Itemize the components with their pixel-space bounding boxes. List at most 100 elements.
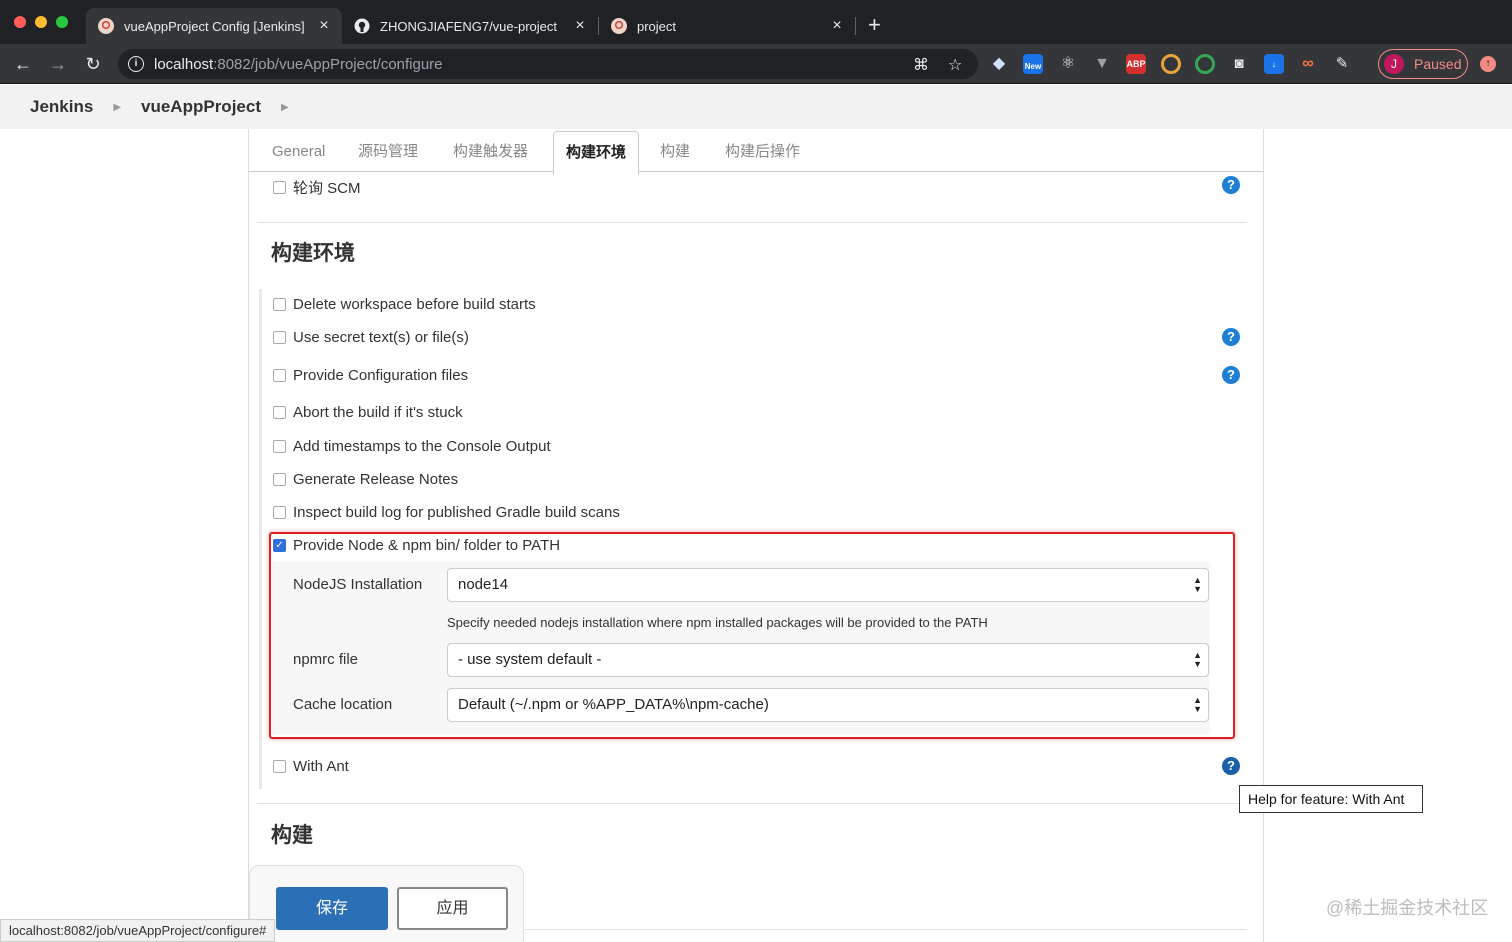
cache-location-label: Cache location [293, 696, 393, 713]
address-bar[interactable]: i localhost:8082/job/vueAppProject/confi… [118, 49, 978, 79]
option-timestamps[interactable]: Add timestamps to the Console Output [273, 438, 551, 455]
translate-icon[interactable]: ⌘ [913, 55, 929, 75]
browser-tab-github[interactable]: ZHONGJIAFENG7/vue-project × [342, 8, 598, 44]
option-abort-stuck[interactable]: Abort the build if it's stuck [273, 404, 463, 421]
tab-post-build[interactable]: 构建后操作 [713, 129, 812, 172]
chevron-right-icon[interactable]: ▶ [281, 102, 289, 113]
config-panel: General 源码管理 构建触发器 构建环境 构建 构建后操作 轮询 SCM … [248, 129, 1264, 942]
option-release-notes[interactable]: Generate Release Notes [273, 471, 458, 488]
color-picker-icon[interactable] [1161, 54, 1181, 74]
browser-tab-project[interactable]: project × [599, 8, 855, 44]
vpn-shield-extension-icon[interactable]: ◆ [989, 54, 1009, 74]
option-config-files[interactable]: Provide Configuration files [273, 367, 468, 384]
jenkins-icon [98, 18, 114, 34]
vue-devtools-icon[interactable]: ▼ [1092, 54, 1112, 74]
update-icon[interactable]: ↑ [1480, 56, 1496, 72]
tab-build-triggers[interactable]: 构建触发器 [441, 129, 540, 172]
react-devtools-icon[interactable]: ⚛ [1058, 54, 1078, 74]
section-title-build-environment: 构建环境 [271, 242, 355, 265]
cache-location-select[interactable]: Default (~/.npm or %APP_DATA%\npm-cache)… [447, 688, 1209, 722]
back-arrow-icon[interactable]: ← [11, 52, 35, 76]
help-icon[interactable]: ? [1222, 366, 1240, 384]
tab-general[interactable]: General [260, 129, 337, 172]
checkbox[interactable] [273, 406, 286, 419]
divider [525, 929, 1247, 930]
option-label: Delete workspace before build starts [293, 296, 536, 313]
checkbox[interactable] [273, 369, 286, 382]
adblock-icon[interactable]: ABP [1126, 54, 1146, 74]
bookmark-star-icon[interactable]: ☆ [948, 55, 962, 75]
download-icon[interactable]: ↓ [1264, 54, 1284, 74]
checkbox[interactable] [273, 331, 286, 344]
sidebar [0, 129, 248, 942]
option-delete-workspace[interactable]: Delete workspace before build starts [273, 296, 536, 313]
save-button[interactable]: 保存 [276, 887, 388, 930]
tab-title: vueAppProject Config [Jenkins] [124, 18, 305, 34]
option-label: With Ant [293, 758, 349, 775]
tab-separator [855, 17, 856, 35]
help-tooltip: Help for feature: With Ant [1239, 785, 1423, 813]
info-icon[interactable]: i [128, 56, 144, 72]
npmrc-file-select[interactable]: - use system default - ▲ ▼ [447, 643, 1209, 677]
new-tab-button[interactable]: + [868, 14, 881, 36]
apply-button[interactable]: 应用 [397, 887, 508, 930]
option-secret-text[interactable]: Use secret text(s) or file(s) [273, 329, 469, 346]
breadcrumb-project[interactable]: vueAppProject [141, 97, 261, 117]
option-with-ant[interactable]: With Ant [273, 758, 349, 775]
maximize-window-button[interactable] [56, 16, 68, 28]
checkbox[interactable] [273, 473, 286, 486]
tab-title: ZHONGJIAFENG7/vue-project [380, 18, 557, 34]
camera-icon[interactable]: ◙ [1229, 54, 1249, 74]
select-value: node14 [458, 576, 509, 593]
status-bar-url: localhost:8082/job/vueAppProject/configu… [0, 919, 276, 942]
option-label: 轮询 SCM [293, 180, 361, 197]
puzzle-icon[interactable]: ✎ [1332, 54, 1352, 74]
checkbox-checked[interactable]: ✓ [273, 539, 286, 552]
help-icon[interactable]: ? [1222, 176, 1240, 194]
checkbox[interactable] [273, 506, 286, 519]
close-window-button[interactable] [14, 16, 26, 28]
github-icon [354, 18, 370, 34]
tab-source-control[interactable]: 源码管理 [346, 129, 430, 172]
minimize-window-button[interactable] [35, 16, 47, 28]
select-arrows-icon: ▲ ▼ [1193, 650, 1202, 669]
close-icon[interactable]: × [570, 17, 590, 35]
section-title-build: 构建 [271, 824, 313, 847]
section-indent-bar [259, 289, 262, 789]
nodejs-installation-select[interactable]: node14 ▲ ▼ [447, 568, 1209, 602]
option-label: Provide Configuration files [293, 367, 469, 384]
npmrc-file-label: npmrc file [293, 651, 359, 668]
option-provide-node[interactable]: ✓ Provide Node & npm bin/ folder to PATH [273, 537, 560, 554]
browser-tab-jenkins-config[interactable]: vueAppProject Config [Jenkins] × [86, 8, 342, 44]
divider [257, 803, 1247, 804]
help-icon[interactable]: ? [1222, 757, 1240, 775]
poll-scm-option[interactable]: 轮询 SCM [273, 177, 361, 198]
chrome-extension-icon[interactable] [1195, 54, 1215, 74]
forward-arrow-icon[interactable]: → [46, 52, 70, 76]
option-label: Use secret text(s) or file(s) [293, 329, 469, 346]
nodejs-installation-description: Specify needed nodejs installation where… [447, 615, 988, 630]
breadcrumb-jenkins[interactable]: Jenkins [30, 97, 93, 117]
checkbox[interactable] [273, 181, 286, 194]
new-extension-icon[interactable]: New [1023, 54, 1043, 74]
browser-toolbar: ← → ↻ i localhost:8082/job/vueAppProject… [0, 44, 1512, 84]
checkbox[interactable] [273, 440, 286, 453]
tab-build[interactable]: 构建 [648, 129, 702, 172]
chevron-right-icon[interactable]: ▶ [113, 102, 121, 113]
reload-icon[interactable]: ↻ [81, 52, 105, 76]
checkbox[interactable] [273, 760, 286, 773]
select-arrows-icon: ▲ ▼ [1193, 695, 1202, 714]
close-icon[interactable]: × [827, 17, 847, 35]
config-tabs: General 源码管理 构建触发器 构建环境 构建 构建后操作 [249, 129, 1263, 175]
help-icon[interactable]: ? [1222, 328, 1240, 346]
profile-button[interactable]: J Paused [1378, 49, 1468, 79]
checkbox[interactable] [273, 298, 286, 311]
close-icon[interactable]: × [314, 17, 334, 35]
select-value: - use system default - [458, 651, 602, 668]
option-label: Abort the build if it's stuck [293, 404, 463, 421]
infinity-icon[interactable]: ∞ [1298, 54, 1318, 74]
tab-build-environment[interactable]: 构建环境 [553, 131, 640, 175]
nodejs-installation-label: NodeJS Installation [293, 576, 423, 593]
watermark: @稀土掘金技术社区 [1326, 898, 1489, 918]
option-gradle-scans[interactable]: Inspect build log for published Gradle b… [273, 504, 620, 521]
